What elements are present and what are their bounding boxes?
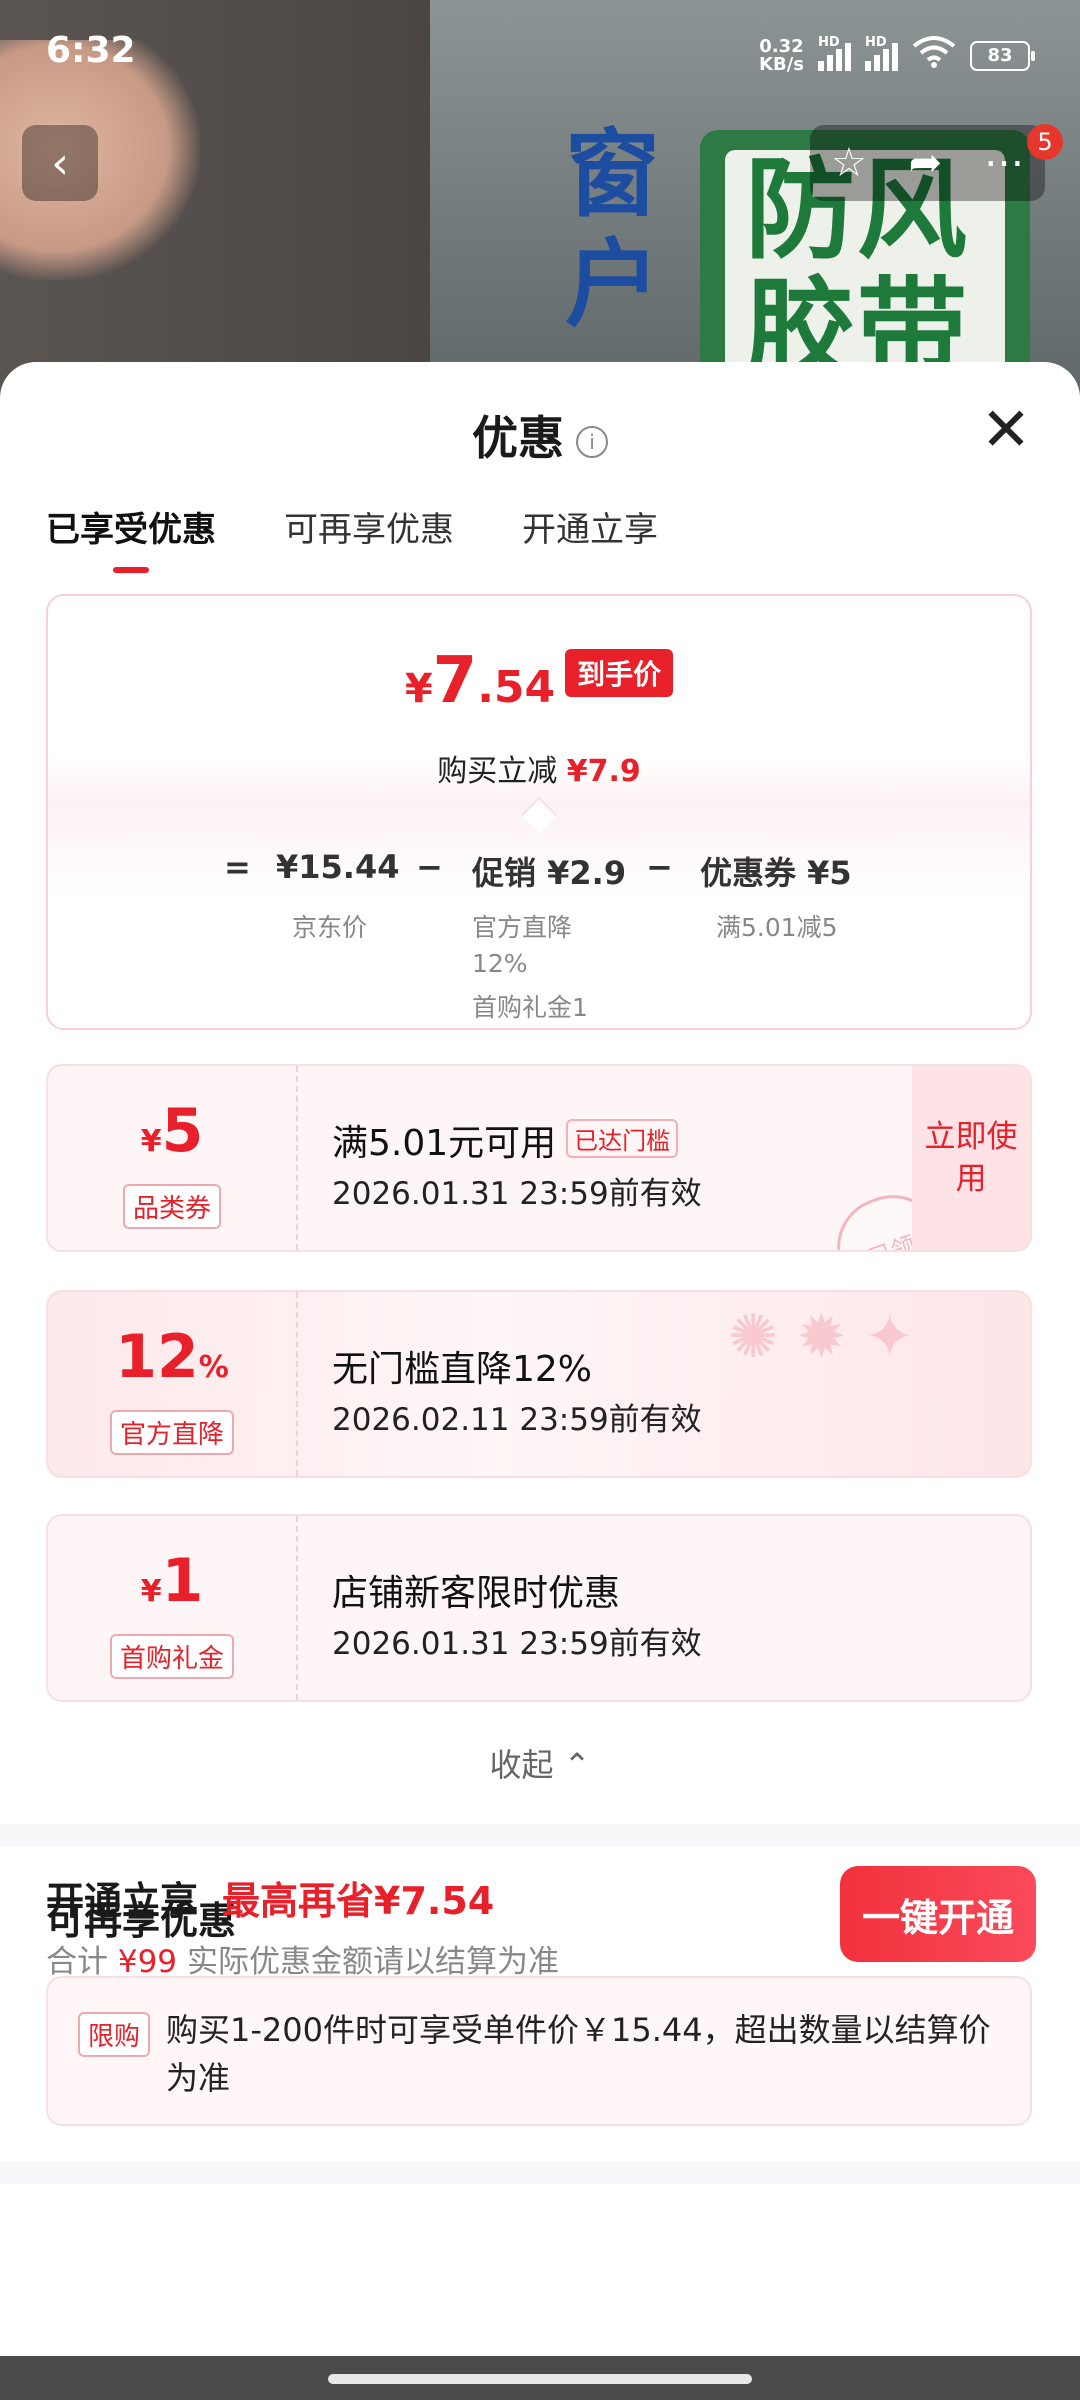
coupon-amount-value: 5 bbox=[161, 1096, 204, 1166]
coupon-title: 满5.01元可用 已达门槛 bbox=[332, 1114, 679, 1166]
coupon-tag: 首购礼金 bbox=[48, 1634, 296, 1679]
reduce-value: ¥7.9 bbox=[566, 754, 641, 789]
status-time: 6:32 bbox=[46, 30, 136, 71]
coupon-title-text: 满5.01元可用 bbox=[332, 1123, 557, 1164]
favorite-icon[interactable]: ☆ bbox=[831, 140, 867, 186]
coupon-card-gift: ¥1 首购礼金 店铺新客限时优惠 2026.01.31 23:59前有效 bbox=[46, 1514, 1032, 1702]
formula-promo: 促销 ¥2.9 bbox=[472, 854, 627, 892]
price-summary-card: ¥7.54 到手价 购买立减 ¥7.9 = ¥15.44 − 促销 ¥2.9 − … bbox=[46, 594, 1032, 1030]
tab-bar: 已享受优惠 可再享优惠 开通立享 bbox=[46, 502, 658, 573]
signal-icon: HD bbox=[818, 35, 851, 71]
coupon-card-official: ✺✹✦ 12% 官方直降 无门槛直降12% 2026.02.11 23:59前有… bbox=[46, 1290, 1032, 1478]
formula-coupon: 优惠券 ¥5 bbox=[700, 854, 852, 892]
coupon-amount: 12% bbox=[48, 1322, 296, 1392]
coupon-amount-value: 1 bbox=[161, 1546, 204, 1616]
formula-minus-1: − bbox=[416, 848, 443, 886]
battery-icon: 83 bbox=[970, 40, 1035, 71]
network-speed-value: 0.32 bbox=[759, 35, 804, 57]
final-price-int: 7 bbox=[432, 644, 478, 718]
formula-minus-2: − bbox=[646, 848, 673, 886]
one-click-open-button[interactable]: 一键开通 bbox=[840, 1866, 1036, 1962]
total-value: ¥99 bbox=[117, 1944, 178, 1980]
final-price-currency: ¥ bbox=[404, 666, 433, 712]
final-price: ¥7.54 到手价 bbox=[48, 644, 1030, 718]
info-icon[interactable]: i bbox=[576, 425, 608, 458]
sheet-title: 优惠 i bbox=[0, 402, 1080, 468]
formula-equals: = bbox=[224, 848, 251, 886]
coupon-date: 2026.01.31 23:59前有效 bbox=[332, 1626, 702, 1662]
coupon-left: ¥5 品类券 bbox=[48, 1066, 298, 1250]
coupon-amount: ¥1 bbox=[48, 1546, 296, 1616]
coupon-tag-text: 首购礼金 bbox=[109, 1634, 234, 1679]
network-speed: 0.32 KB/s bbox=[759, 35, 804, 75]
coupon-amount: ¥5 bbox=[48, 1096, 296, 1166]
open-subtitle: 合计 ¥99 实际优惠金额请以结算为准 bbox=[46, 1936, 559, 1981]
message-badge: 5 bbox=[1027, 124, 1063, 160]
signal-icon-2: HD bbox=[865, 35, 898, 71]
back-button[interactable]: ‹ bbox=[22, 125, 98, 201]
coupon-left: 12% 官方直降 bbox=[48, 1292, 298, 1476]
discount-sheet: 优惠 i ✕ 已享受优惠 可再享优惠 开通立享 ¥7.54 到手价 购买立减 ¥7.… bbox=[0, 362, 1080, 2400]
status-bar: 6:32 0.32 KB/s HD HD 83 bbox=[0, 0, 1080, 110]
coupon-amount-value: 12 bbox=[115, 1322, 199, 1392]
final-price-tag: 到手价 bbox=[565, 649, 674, 697]
coupon-tag: 品类券 bbox=[48, 1184, 296, 1229]
hd-label-2: HD bbox=[865, 34, 887, 50]
coupon-threshold-badge: 已达门槛 bbox=[566, 1119, 679, 1158]
coupon-tag-text: 品类券 bbox=[122, 1184, 221, 1229]
total-note: 实际优惠金额请以结算为准 bbox=[187, 1944, 560, 1980]
coupon-title: 店铺新客限时优惠 bbox=[332, 1573, 621, 1614]
coupon-currency: ¥ bbox=[140, 1574, 162, 1609]
limit-tag: 限购 bbox=[78, 2012, 151, 2057]
hd-label: HD bbox=[818, 34, 840, 50]
section-divider bbox=[0, 1824, 1080, 1846]
reduce-line: 购买立减 ¥7.9 bbox=[48, 746, 1030, 790]
sheet-title-text: 优惠 bbox=[472, 411, 564, 465]
price-formula: = ¥15.44 − 促销 ¥2.9 − 优惠券 ¥5 京东价 官方直降 12%… bbox=[48, 828, 1030, 1022]
fireworks-decoration: ✺✹✦ bbox=[728, 1302, 933, 1372]
tab-more[interactable]: 可再享优惠 bbox=[284, 502, 454, 573]
network-speed-unit: KB/s bbox=[759, 53, 804, 75]
formula-promo-sub-1: 官方直降 bbox=[472, 913, 573, 942]
home-indicator[interactable] bbox=[328, 2374, 752, 2384]
coupon-currency: ¥ bbox=[140, 1124, 162, 1159]
coupon-title: 无门槛直降12% bbox=[332, 1349, 593, 1390]
status-icons: 0.32 KB/s HD HD 83 bbox=[759, 34, 1035, 77]
coupon-left: ¥1 首购礼金 bbox=[48, 1516, 298, 1700]
coupon-tag-text: 官方直降 bbox=[109, 1410, 234, 1455]
share-icon[interactable]: ➦ bbox=[909, 140, 943, 186]
tab-open[interactable]: 开通立享 bbox=[522, 502, 658, 573]
open-title-text: 开通立享 bbox=[46, 1879, 199, 1923]
formula-coupon-sub: 满5.01减5 bbox=[716, 913, 838, 942]
coupon-percent: % bbox=[198, 1350, 229, 1385]
more-icon[interactable]: ⋯ bbox=[984, 140, 1024, 186]
reduce-label: 购买立减 bbox=[437, 754, 558, 789]
section-divider-2 bbox=[0, 2162, 1080, 2184]
coupon-tag: 官方直降 bbox=[48, 1410, 296, 1455]
formula-promo-sub-3: 首购礼金1 bbox=[472, 993, 588, 1022]
product-image-text-blue: 窗户 bbox=[565, 120, 661, 340]
close-button[interactable]: ✕ bbox=[978, 400, 1034, 460]
open-highlight: 最高再省¥7.54 bbox=[222, 1879, 495, 1923]
formula-jd-price: ¥15.44 bbox=[276, 848, 400, 886]
final-price-dec: .54 bbox=[477, 662, 556, 713]
limit-card: 限购 购买1-200件时可享受单件价￥15.44，超出数量以结算价为准 bbox=[46, 1976, 1032, 2126]
formula-promo-sub-2: 12% bbox=[472, 949, 528, 978]
nav-actions: ☆ ➦ ⋯ bbox=[810, 125, 1045, 201]
use-now-button[interactable]: 立即使用 bbox=[912, 1066, 1030, 1250]
limit-text: 购买1-200件时可享受单件价￥15.44，超出数量以结算价为准 bbox=[166, 2011, 991, 2097]
tab-enjoyed[interactable]: 已享受优惠 bbox=[46, 502, 216, 573]
coupon-date: 2026.02.11 23:59前有效 bbox=[332, 1402, 702, 1438]
coupon-date: 2026.01.31 23:59前有效 bbox=[332, 1176, 702, 1212]
formula-jd-label: 京东价 bbox=[292, 913, 368, 942]
wifi-icon bbox=[912, 34, 956, 77]
open-title: 开通立享 最高再省¥7.54 bbox=[46, 1870, 494, 1925]
coupon-card-category: ¥5 品类券 满5.01元可用 已达门槛 2026.01.31 23:59前有效 … bbox=[46, 1064, 1032, 1252]
collapse-button[interactable]: 收起 ⌃ bbox=[0, 1740, 1080, 1786]
total-label: 合计 bbox=[46, 1944, 108, 1980]
